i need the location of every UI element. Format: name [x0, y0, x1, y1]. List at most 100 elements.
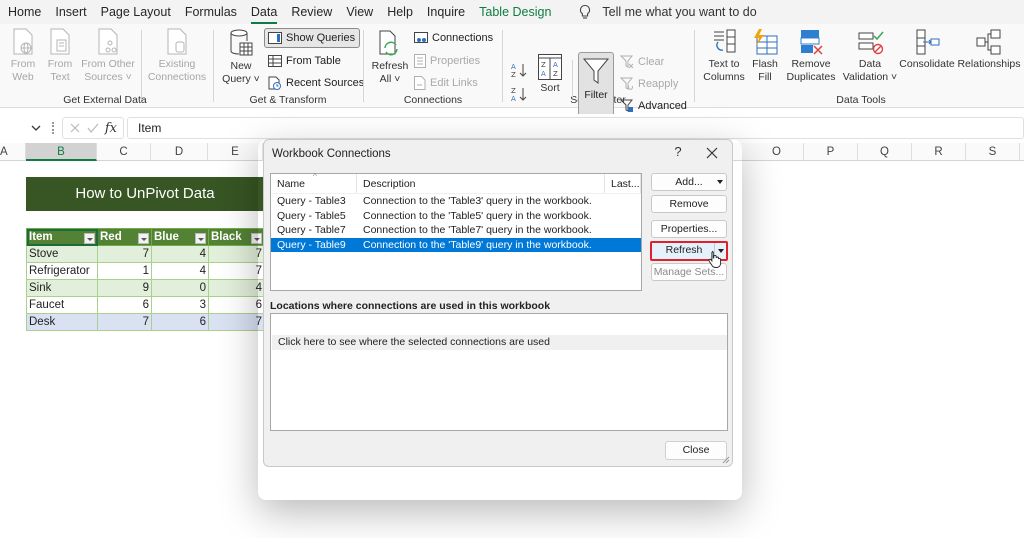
formula-input[interactable]: Item: [127, 117, 1024, 139]
table-cell[interactable]: 6: [208, 296, 265, 314]
column-header-r[interactable]: R: [912, 143, 966, 161]
edit-links-label: Edit Links: [430, 77, 478, 89]
remove-duplicates-button[interactable]: Remove Duplicates: [784, 28, 838, 84]
table-cell[interactable]: 0: [151, 279, 209, 297]
close-icon[interactable]: [702, 143, 722, 163]
locations-hint-row[interactable]: Click here to see where the selected con…: [272, 335, 727, 350]
table-cell[interactable]: 6: [97, 296, 152, 314]
tab-review[interactable]: Review: [284, 0, 339, 24]
flash-fill-button[interactable]: Flash Fill: [750, 28, 780, 84]
from-other-label-1: From Other: [81, 58, 135, 70]
table-cell[interactable]: 7: [208, 313, 265, 331]
column-header-description[interactable]: Description: [357, 174, 605, 193]
existing-connections-button[interactable]: Existing Connections: [146, 28, 208, 84]
table-cell[interactable]: 1: [97, 262, 152, 280]
table-cell[interactable]: 7: [97, 313, 152, 331]
from-text-button[interactable]: From Text: [44, 28, 76, 84]
column-header-e[interactable]: E: [208, 143, 263, 161]
table-cell[interactable]: 4: [151, 262, 209, 280]
from-other-sources-button[interactable]: From Other Sources ˅: [80, 28, 136, 84]
reapply-filter-button[interactable]: Reapply: [620, 74, 678, 94]
data-validation-button[interactable]: Data Validation ˅: [842, 28, 898, 84]
properties-dialog-button[interactable]: Properties...: [651, 220, 727, 238]
name-box[interactable]: [0, 117, 46, 139]
cancel-icon[interactable]: [69, 122, 81, 134]
advanced-filter-button[interactable]: Advanced: [620, 96, 687, 116]
table-cell[interactable]: 4: [208, 279, 265, 297]
sort-descending-button[interactable]: ZA: [510, 84, 528, 104]
table-header-cell[interactable]: Black: [208, 228, 265, 246]
filter-dropdown-icon[interactable]: [138, 232, 149, 244]
table-cell[interactable]: 9: [97, 279, 152, 297]
table-cell[interactable]: 4: [151, 245, 209, 263]
close-button[interactable]: Close: [665, 441, 727, 460]
filter-button[interactable]: Filter: [578, 52, 614, 116]
resize-grip-icon[interactable]: [722, 456, 730, 464]
connection-row[interactable]: Query - Table5 Connection to the 'Table5…: [271, 209, 641, 224]
table-cell[interactable]: 7: [208, 262, 265, 280]
table-cell[interactable]: 7: [208, 245, 265, 263]
connections-button[interactable]: Connections: [414, 28, 493, 48]
text-to-columns-button[interactable]: Text to Columns: [700, 28, 748, 84]
insert-function-button[interactable]: fx: [105, 121, 117, 136]
tab-inquire[interactable]: Inquire: [420, 0, 472, 24]
from-table-button[interactable]: From Table: [268, 51, 341, 71]
column-header-p[interactable]: P: [804, 143, 858, 161]
connections-list[interactable]: ^ Name Description Last... Query - Table…: [270, 172, 642, 291]
tab-home[interactable]: Home: [0, 0, 48, 24]
column-header-last[interactable]: Last...: [605, 174, 641, 193]
refresh-all-button[interactable]: Refresh All ˅: [370, 28, 410, 86]
sort-ascending-button[interactable]: AZ: [510, 60, 528, 80]
tab-table-design[interactable]: Table Design: [472, 0, 558, 24]
column-header-q[interactable]: Q: [858, 143, 912, 161]
table-cell[interactable]: Refrigerator: [26, 262, 98, 280]
column-header-a[interactable]: A: [0, 143, 26, 161]
sort-button[interactable]: ZAAZ Sort: [535, 54, 565, 95]
tell-me-search[interactable]: Tell me what you want to do: [578, 4, 757, 20]
group-divider: [502, 30, 503, 102]
table-header-cell[interactable]: Red: [97, 228, 152, 246]
tab-view[interactable]: View: [339, 0, 380, 24]
column-header-o[interactable]: O: [750, 143, 804, 161]
table-cell[interactable]: 3: [151, 296, 209, 314]
locations-list[interactable]: Click here to see where the selected con…: [270, 313, 728, 431]
connection-row-selected[interactable]: Query - Table9 Connection to the 'Table9…: [271, 237, 641, 252]
formula-bar-grip[interactable]: [52, 122, 54, 134]
table-cell[interactable]: 7: [97, 245, 152, 263]
tab-insert[interactable]: Insert: [48, 0, 93, 24]
edit-links-button[interactable]: Edit Links: [414, 73, 478, 93]
connection-row[interactable]: Query - Table7 Connection to the 'Table7…: [271, 223, 641, 238]
column-header-s[interactable]: S: [966, 143, 1020, 161]
help-button[interactable]: ?: [669, 144, 687, 159]
tab-data[interactable]: Data: [244, 0, 284, 24]
from-web-button[interactable]: From Web: [6, 28, 40, 84]
show-queries-button[interactable]: Show Queries: [264, 28, 361, 48]
relationships-button[interactable]: Relationships: [956, 28, 1022, 71]
table-cell[interactable]: Desk: [26, 313, 98, 331]
enter-check-icon[interactable]: [87, 122, 99, 134]
table-cell[interactable]: Faucet: [26, 296, 98, 314]
table-header-cell[interactable]: Blue: [151, 228, 209, 246]
remove-button[interactable]: Remove: [651, 195, 727, 213]
column-header-b[interactable]: B: [26, 143, 97, 161]
filter-dropdown-icon[interactable]: [195, 232, 206, 244]
add-button[interactable]: Add...: [651, 173, 727, 191]
tab-help[interactable]: Help: [380, 0, 420, 24]
properties-button[interactable]: Properties: [414, 51, 480, 71]
table-header-cell[interactable]: Item: [26, 228, 98, 246]
connection-row[interactable]: Query - Table3 Connection to the 'Table3…: [271, 194, 641, 209]
consolidate-button[interactable]: Consolidate: [898, 28, 956, 71]
connections-list-header: ^ Name Description Last...: [271, 172, 641, 194]
sheet-title-banner[interactable]: How to UnPivot Data: [26, 177, 264, 211]
clear-filter-button[interactable]: Clear: [620, 52, 664, 72]
filter-dropdown-icon[interactable]: [84, 232, 95, 244]
tab-page-layout[interactable]: Page Layout: [94, 0, 178, 24]
table-cell[interactable]: 6: [151, 313, 209, 331]
table-cell[interactable]: Sink: [26, 279, 98, 297]
column-header-d[interactable]: D: [151, 143, 208, 161]
column-header-c[interactable]: C: [97, 143, 151, 161]
table-cell[interactable]: Stove: [26, 245, 98, 263]
tab-formulas[interactable]: Formulas: [178, 0, 244, 24]
recent-sources-button[interactable]: Recent Sources: [268, 73, 364, 93]
new-query-button[interactable]: New Query ˅: [220, 28, 262, 86]
